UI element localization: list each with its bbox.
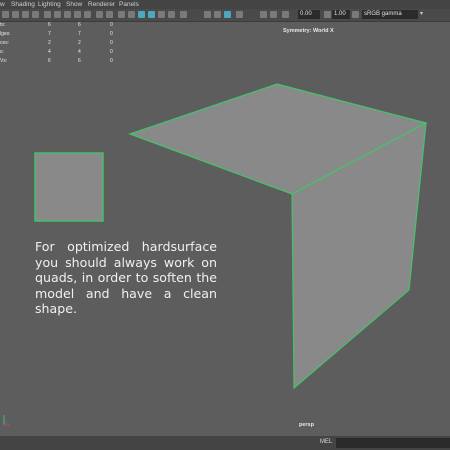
axis-gizmo-icon	[3, 415, 10, 426]
tutorial-caption: For optimized hardsurface you should alw…	[35, 239, 217, 316]
command-line-bar: MEL	[0, 436, 450, 450]
mel-label[interactable]: MEL	[320, 439, 332, 445]
quad-plane[interactable]	[34, 152, 104, 222]
camera-name-label: persp	[299, 422, 314, 428]
viewport-canvas[interactable]	[0, 0, 450, 450]
mel-command-input[interactable]	[336, 438, 450, 448]
